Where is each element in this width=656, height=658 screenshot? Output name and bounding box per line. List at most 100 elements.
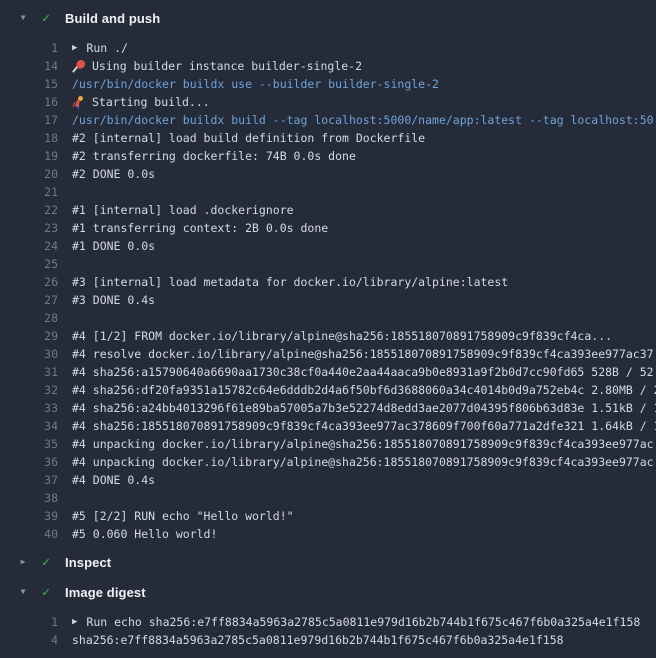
log-text: #2 [internal] load build definition from… [72,129,425,147]
log-text: ▶ Run echo sha256:e7ff8834a5963a2785c5a08… [72,613,640,631]
workflow-log-viewer: ▼ ✓ Build and push 1 ▶Run ./ 14 Using bu… [0,3,656,653]
section-inspect: ▶ ✓ Inspect [0,547,656,577]
log-line: 20 #2 DONE 0.0s [0,165,656,183]
runner-icon [72,96,85,109]
line-number[interactable]: 19 [0,147,58,165]
group-expand-icon[interactable]: ▶ [72,618,77,627]
log-text: #4 [1/2] FROM docker.io/library/alpine@s… [72,327,612,345]
line-number[interactable]: 20 [0,165,58,183]
line-number[interactable]: 17 [0,111,58,129]
line-number[interactable]: 22 [0,201,58,219]
line-number[interactable]: 23 [0,219,58,237]
log-line: 28 [0,309,656,327]
log-line: 19 #2 transferring dockerfile: 74B 0.0s … [0,147,656,165]
log-line: 29 #4 [1/2] FROM docker.io/library/alpin… [0,327,656,345]
line-number[interactable]: 27 [0,291,58,309]
log-text: #4 DONE 0.4s [72,471,155,489]
section-expand-toggle-icon[interactable]: ▶ [17,558,29,566]
line-number[interactable]: 30 [0,345,58,363]
log-text-content: #5 0.060 Hello world! [72,525,217,543]
log-line: 18 #2 [internal] load build definition f… [0,129,656,147]
log-text: #2 DONE 0.0s [72,165,155,183]
log-text-content: #2 transferring dockerfile: 74B 0.0s don… [72,147,356,165]
log-line: 33 #4 sha256:a24bb4013296f61e89ba57005a7… [0,399,656,417]
log-line: 38 [0,489,656,507]
line-number[interactable]: 28 [0,309,58,327]
log-line: 15 /usr/bin/docker buildx use --builder … [0,75,656,93]
log-text-content: #4 sha256:a15790640a6690aa1730c38cf0a440… [72,363,654,381]
line-number[interactable]: 14 [0,57,58,75]
log-text-content: #1 [internal] load .dockerignore [72,201,294,219]
log-line: 1 ▶ Run echo sha256:e7ff8834a5963a2785c5a… [0,613,656,631]
line-number[interactable]: 38 [0,489,58,507]
log-text: #4 sha256:185518070891758909c9f839cf4ca3… [72,417,656,435]
section-header[interactable]: ▶ ✓ Inspect [0,547,656,577]
line-number[interactable]: 26 [0,273,58,291]
line-number[interactable]: 29 [0,327,58,345]
section-header[interactable]: ▼ ✓ Build and push [0,3,656,33]
line-number[interactable]: 1 [0,39,58,57]
line-number[interactable]: 40 [0,525,58,543]
line-number[interactable]: 15 [0,75,58,93]
section-title: Image digest [65,585,146,600]
line-number[interactable]: 36 [0,453,58,471]
section-header[interactable]: ▼ ✓ Image digest [0,577,656,607]
log-text: Using builder instance builder-single-2 [72,57,362,75]
line-number[interactable]: 1 [0,613,58,631]
section-expand-toggle-icon[interactable]: ▼ [17,14,29,22]
pushpin-icon [72,60,85,73]
line-number[interactable]: 34 [0,417,58,435]
line-number[interactable]: 18 [0,129,58,147]
success-check-icon: ✓ [39,12,53,25]
line-number[interactable]: 35 [0,435,58,453]
log-line: 27 #3 DONE 0.4s [0,291,656,309]
log-line: 16 Starting build... [0,93,656,111]
line-number[interactable]: 16 [0,93,58,111]
log-text-content: #4 unpacking docker.io/library/alpine@sh… [72,453,654,471]
log-line: 21 [0,183,656,201]
log-text-content: #4 resolve docker.io/library/alpine@sha2… [72,345,654,363]
log-text: #4 resolve docker.io/library/alpine@sha2… [72,345,654,363]
line-number[interactable]: 4 [0,631,58,649]
line-number[interactable]: 33 [0,399,58,417]
log-text-content: #4 unpacking docker.io/library/alpine@sh… [72,435,654,453]
log-line: 17 /usr/bin/docker buildx build --tag lo… [0,111,656,129]
log-text-content: #3 [internal] load metadata for docker.i… [72,273,508,291]
log-line: 23 #1 transferring context: 2B 0.0s done [0,219,656,237]
log-text: #1 transferring context: 2B 0.0s done [72,219,328,237]
line-number[interactable]: 32 [0,381,58,399]
log-line: 40 #5 0.060 Hello world! [0,525,656,543]
log-text: #4 unpacking docker.io/library/alpine@sh… [72,453,654,471]
section-title: Build and push [65,11,160,26]
log-line: 22 #1 [internal] load .dockerignore [0,201,656,219]
log-line: 32 #4 sha256:df20fa9351a15782c64e6dddb2d… [0,381,656,399]
log-text: #4 sha256:a15790640a6690aa1730c38cf0a440… [72,363,654,381]
log-text-content: Run echo sha256:e7ff8834a5963a2785c5a081… [86,613,640,631]
line-number[interactable]: 37 [0,471,58,489]
log-line: 39 #5 [2/2] RUN echo "Hello world!" [0,507,656,525]
group-expand-icon[interactable]: ▶ [72,44,77,53]
log-text: #2 transferring dockerfile: 74B 0.0s don… [72,147,356,165]
log-text: #1 DONE 0.0s [72,237,155,255]
log-text: #4 sha256:df20fa9351a15782c64e6dddb2d4a6… [72,381,656,399]
section-expand-toggle-icon[interactable]: ▼ [17,588,29,596]
section-title: Inspect [65,555,111,570]
line-number[interactable]: 24 [0,237,58,255]
log-text-content: #4 DONE 0.4s [72,471,155,489]
log-text: Starting build... [72,93,210,111]
log-text: /usr/bin/docker buildx use --builder bui… [72,75,439,93]
log-text-content: #4 sha256:185518070891758909c9f839cf4ca3… [72,417,656,435]
line-number[interactable]: 25 [0,255,58,273]
line-number[interactable]: 21 [0,183,58,201]
log-text-content: #4 [1/2] FROM docker.io/library/alpine@s… [72,327,612,345]
log-text: #5 [2/2] RUN echo "Hello world!" [72,507,294,525]
log-text: #3 [internal] load metadata for docker.i… [72,273,508,291]
log-text: #4 unpacking docker.io/library/alpine@sh… [72,435,654,453]
log-text-content: #2 DONE 0.0s [72,165,155,183]
line-number[interactable]: 39 [0,507,58,525]
line-number[interactable]: 31 [0,363,58,381]
log-line: 36 #4 unpacking docker.io/library/alpine… [0,453,656,471]
log-line: 24 #1 DONE 0.0s [0,237,656,255]
log-line: 37 #4 DONE 0.4s [0,471,656,489]
log-text-content: #4 sha256:a24bb4013296f61e89ba57005a7b3e… [72,399,656,417]
